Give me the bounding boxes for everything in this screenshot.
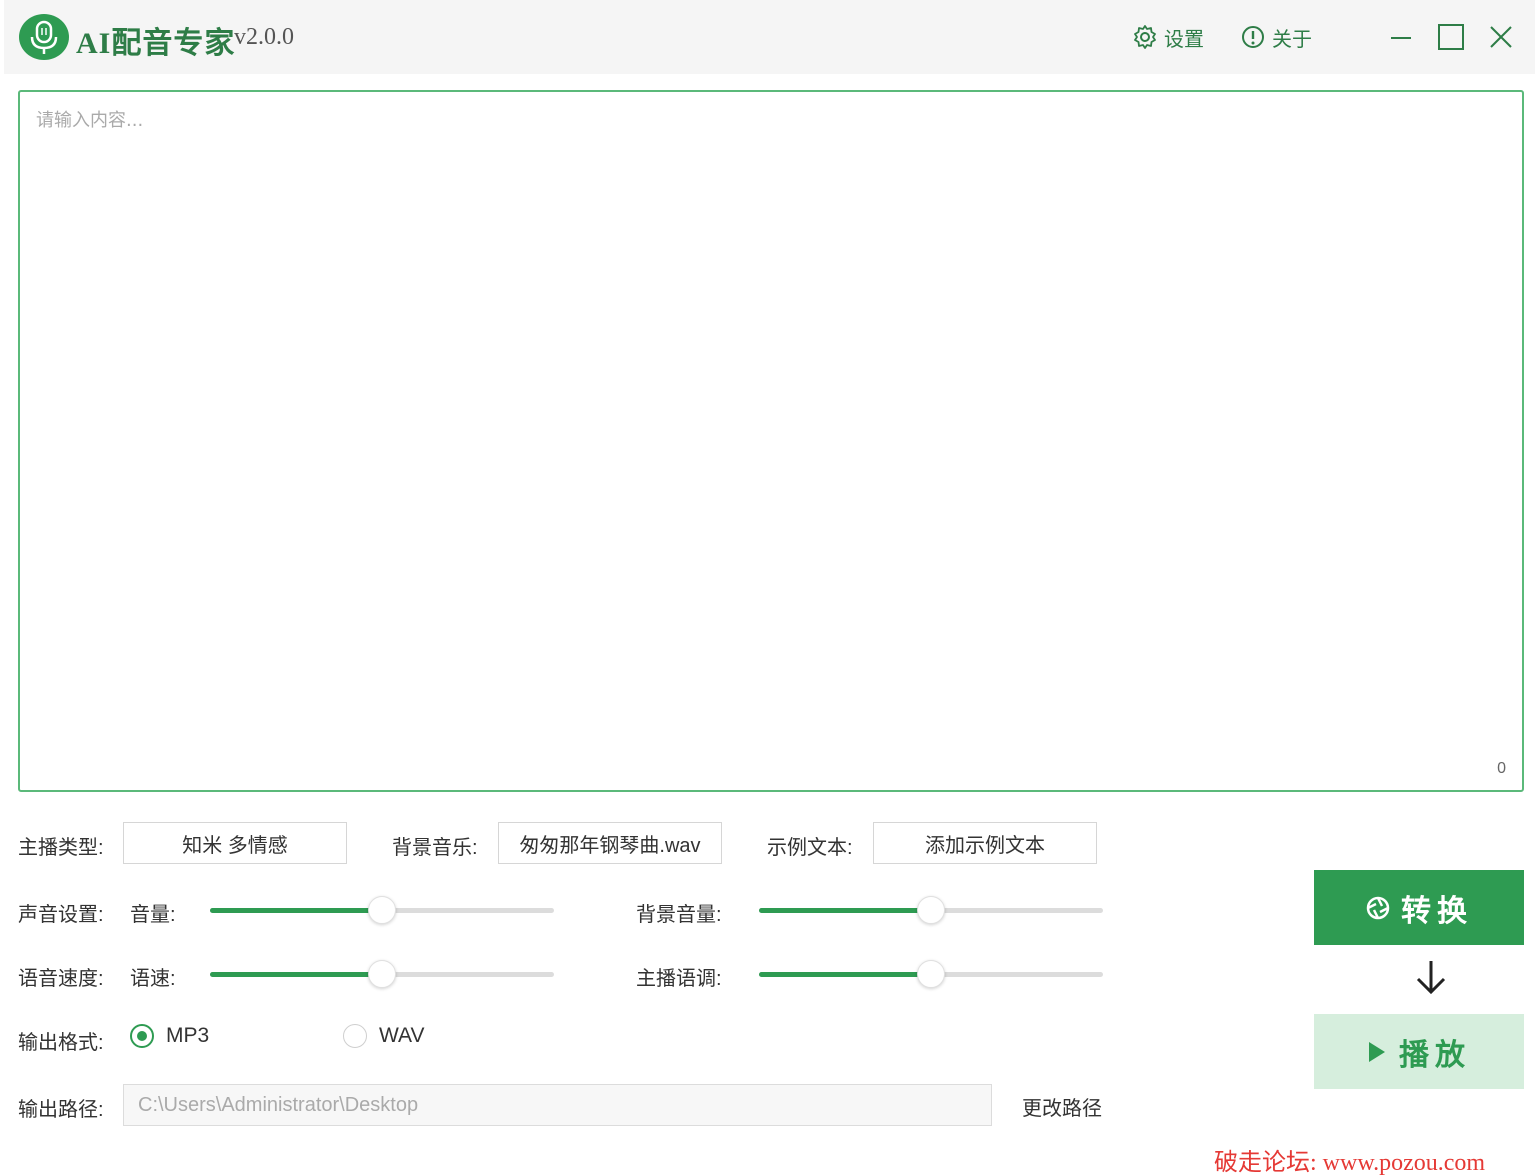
- format-mp3-label: MP3: [166, 1024, 210, 1047]
- settings-button[interactable]: 设置: [1132, 22, 1204, 52]
- radio-dot[interactable]: [130, 1024, 154, 1048]
- convert-label: 转换: [1401, 894, 1473, 928]
- play-button[interactable]: 播放: [1314, 1014, 1524, 1089]
- watermark: 破走论坛: www.pozou.com: [1214, 1150, 1486, 1175]
- sample-text-select[interactable]: 添加示例文本: [873, 822, 1097, 864]
- info-icon: [1242, 26, 1264, 48]
- maximize-button[interactable]: [1434, 20, 1468, 54]
- text-editor: 0: [18, 90, 1524, 792]
- arrow-down-icon: [1416, 961, 1446, 995]
- title-bar: AI配音专家 v2.0.0 设置 关于: [4, 0, 1535, 74]
- volume-slider[interactable]: [210, 895, 554, 925]
- maximize-icon: [1438, 24, 1464, 50]
- pitch-label: 主播语调:: [636, 968, 722, 990]
- play-icon: [1369, 1041, 1385, 1062]
- content-input[interactable]: [20, 92, 1522, 790]
- radio-dot[interactable]: [343, 1024, 367, 1048]
- output-path-input[interactable]: [123, 1084, 992, 1126]
- app-version: v2.0.0: [234, 24, 294, 50]
- voice-settings-label: 声音设置:: [18, 904, 104, 926]
- about-button[interactable]: 关于: [1240, 22, 1312, 52]
- speed-label: 语速:: [130, 968, 176, 990]
- anchor-type-select[interactable]: 知米 多情感: [123, 822, 347, 864]
- format-wav-label: WAV: [379, 1024, 425, 1047]
- gear-icon: [1134, 25, 1156, 49]
- bg-volume-slider-thumb[interactable]: [917, 896, 945, 924]
- format-radio-mp3[interactable]: MP3: [130, 1024, 209, 1048]
- pitch-slider[interactable]: [759, 959, 1103, 989]
- bg-music-label: 背景音乐:: [392, 837, 478, 859]
- app-title: AI配音专家: [76, 27, 236, 60]
- bg-music-select[interactable]: 匆匆那年钢琴曲.wav: [498, 822, 722, 864]
- minimize-icon: [1391, 37, 1411, 39]
- speech-speed-label: 语音速度:: [18, 968, 104, 990]
- speed-slider[interactable]: [210, 959, 554, 989]
- close-icon: [1490, 26, 1512, 48]
- volume-slider-thumb[interactable]: [368, 896, 396, 924]
- about-label: 关于: [1272, 28, 1312, 51]
- speed-slider-thumb[interactable]: [368, 960, 396, 988]
- shutter-icon: [1366, 896, 1390, 919]
- char-count: 0: [1497, 760, 1506, 777]
- pitch-slider-thumb[interactable]: [917, 960, 945, 988]
- volume-label: 音量:: [130, 904, 176, 926]
- anchor-type-label: 主播类型:: [18, 837, 104, 859]
- bg-volume-slider[interactable]: [759, 895, 1103, 925]
- play-label: 播放: [1399, 1038, 1471, 1072]
- change-path-button[interactable]: 更改路径: [1022, 1092, 1102, 1121]
- bg-volume-label: 背景音量:: [636, 904, 722, 926]
- output-path-label: 输出路径:: [18, 1099, 104, 1121]
- sample-text-label: 示例文本:: [767, 837, 853, 859]
- microphone-icon: [19, 14, 69, 60]
- convert-button[interactable]: 转换: [1314, 870, 1524, 945]
- close-button[interactable]: [1484, 20, 1518, 54]
- format-radio-wav[interactable]: WAV: [343, 1024, 425, 1048]
- settings-label: 设置: [1164, 28, 1204, 51]
- output-format-label: 输出格式:: [18, 1032, 104, 1054]
- minimize-button[interactable]: [1384, 20, 1418, 54]
